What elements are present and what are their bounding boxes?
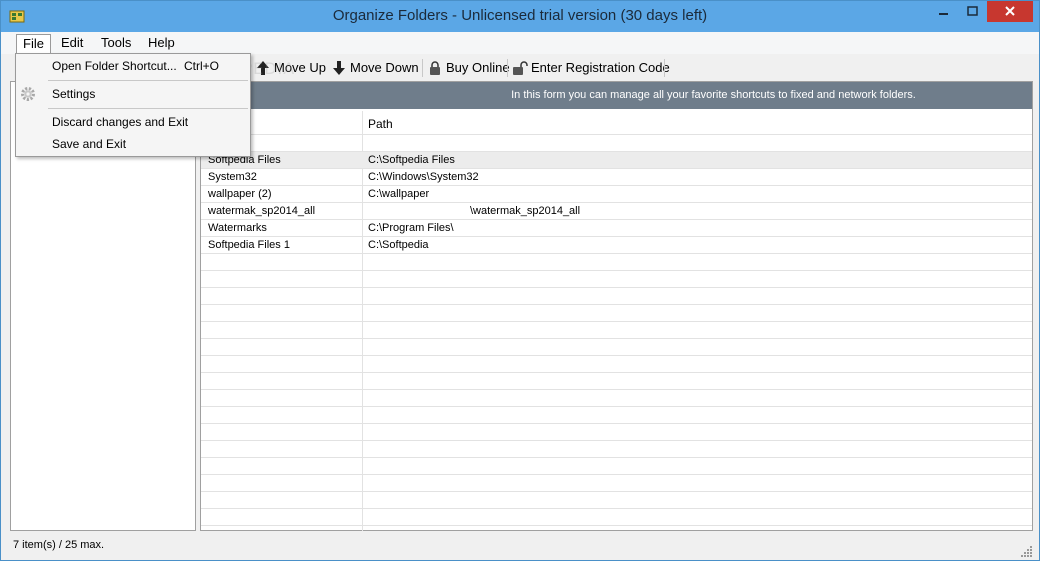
row-name: watermak_sp2014_all <box>208 205 316 217</box>
table-row[interactable]: System32 C:\Windows\System32 <box>201 169 1032 186</box>
empty-row <box>201 390 1032 407</box>
row-name: wallpaper (2) <box>208 188 272 200</box>
row-name: Watermarks <box>208 222 267 234</box>
empty-row <box>201 271 1032 288</box>
menu-separator <box>48 80 248 81</box>
open-folder-shortcut-label: Open Folder Shortcut... <box>52 59 177 73</box>
app-window: Organize Folders - Unlicensed trial vers… <box>0 0 1040 561</box>
grid-header: Path <box>201 111 1032 135</box>
empty-row <box>201 509 1032 526</box>
info-banner: In this form you can manage all your fav… <box>201 82 1032 109</box>
menu-separator <box>48 108 248 109</box>
save-and-exit-item[interactable]: Save and Exit <box>16 133 250 155</box>
menu-tools[interactable]: Tools <box>95 34 137 54</box>
row-path: \watermak_sp2014_all <box>470 205 581 217</box>
shortcuts-grid: Path Softpedia Files C:\Softpedia Files … <box>201 111 1032 543</box>
settings-label: Settings <box>52 87 96 101</box>
save-and-exit-label: Save and Exit <box>52 137 127 151</box>
menu-help[interactable]: Help <box>142 34 181 54</box>
table-row[interactable]: Watermarks C:\Program Files\ <box>201 220 1032 237</box>
row-path: C:\Windows\System32 <box>368 171 479 183</box>
row-path: C:\Softpedia <box>368 239 429 251</box>
empty-row <box>201 407 1032 424</box>
resize-grip-icon[interactable] <box>1021 545 1033 557</box>
status-bar: 7 item(s) / 25 max. <box>1 535 1039 560</box>
empty-row <box>201 339 1032 356</box>
empty-row <box>201 475 1032 492</box>
empty-row <box>201 373 1032 390</box>
toolbar-separator <box>664 59 665 77</box>
toolbar-separator <box>422 59 423 77</box>
empty-row <box>201 424 1032 441</box>
menu-file[interactable]: File <box>16 34 51 54</box>
path-column-header[interactable]: Path <box>368 117 393 131</box>
discard-and-exit-label: Discard changes and Exit <box>52 115 189 129</box>
row-path: C:\Program Files\ <box>368 222 454 234</box>
empty-row <box>201 441 1032 458</box>
enter-registration-code-label: Enter Registration Code <box>531 60 670 75</box>
discard-and-exit-item[interactable]: Discard changes and Exit <box>16 111 250 133</box>
file-menu-dropdown: Open Folder Shortcut... Ctrl+O Settings … <box>15 53 251 157</box>
row-name: Softpedia Files 1 <box>208 239 290 251</box>
empty-row <box>201 288 1032 305</box>
shortcuts-panel: In this form you can manage all your fav… <box>200 81 1033 543</box>
close-button[interactable] <box>987 1 1033 22</box>
table-row[interactable]: Softpedia Files C:\Softpedia Files <box>201 152 1032 169</box>
table-row[interactable]: wallpaper (2) C:\wallpaper <box>201 186 1032 203</box>
row-name: System32 <box>208 171 257 183</box>
buy-online-label: Buy Online <box>446 60 510 75</box>
empty-row <box>201 458 1032 475</box>
table-row[interactable]: watermak_sp2014_all \watermak_sp2014_all <box>201 203 1032 220</box>
move-down-label: Move Down <box>350 60 419 75</box>
empty-row <box>201 356 1032 373</box>
window-title: Organize Folders - Unlicensed trial vers… <box>332 7 708 24</box>
row-path: C:\Softpedia Files <box>368 154 455 166</box>
empty-row <box>201 492 1032 509</box>
unlock-icon <box>513 61 528 75</box>
empty-row <box>201 322 1032 339</box>
table-row[interactable] <box>201 135 1032 152</box>
table-row[interactable]: Softpedia Files 1 C:\Softpedia <box>201 237 1032 254</box>
maximize-icon <box>967 6 978 16</box>
row-path: C:\wallpaper <box>368 188 430 200</box>
item-count-status: 7 item(s) / 25 max. <box>13 539 105 551</box>
padlock-icon <box>430 61 440 75</box>
open-folder-shortcut-item[interactable]: Open Folder Shortcut... Ctrl+O <box>16 55 250 77</box>
menu-bar: File Edit Tools Help <box>1 32 1039 54</box>
gear-icon <box>21 87 35 101</box>
menu-edit[interactable]: Edit <box>55 34 89 54</box>
toolbar-separator <box>507 59 508 77</box>
close-icon <box>1005 6 1015 16</box>
maximize-button[interactable] <box>959 1 986 22</box>
empty-row <box>201 305 1032 322</box>
open-shortcut-key: Ctrl+O <box>184 59 220 73</box>
title-bar[interactable]: Organize Folders - Unlicensed trial vers… <box>1 1 1039 32</box>
minimize-button[interactable] <box>929 1 958 22</box>
empty-row <box>201 254 1032 271</box>
minimize-icon <box>939 13 948 15</box>
settings-item[interactable]: Settings <box>16 83 250 105</box>
arrow-down-icon <box>333 61 345 75</box>
